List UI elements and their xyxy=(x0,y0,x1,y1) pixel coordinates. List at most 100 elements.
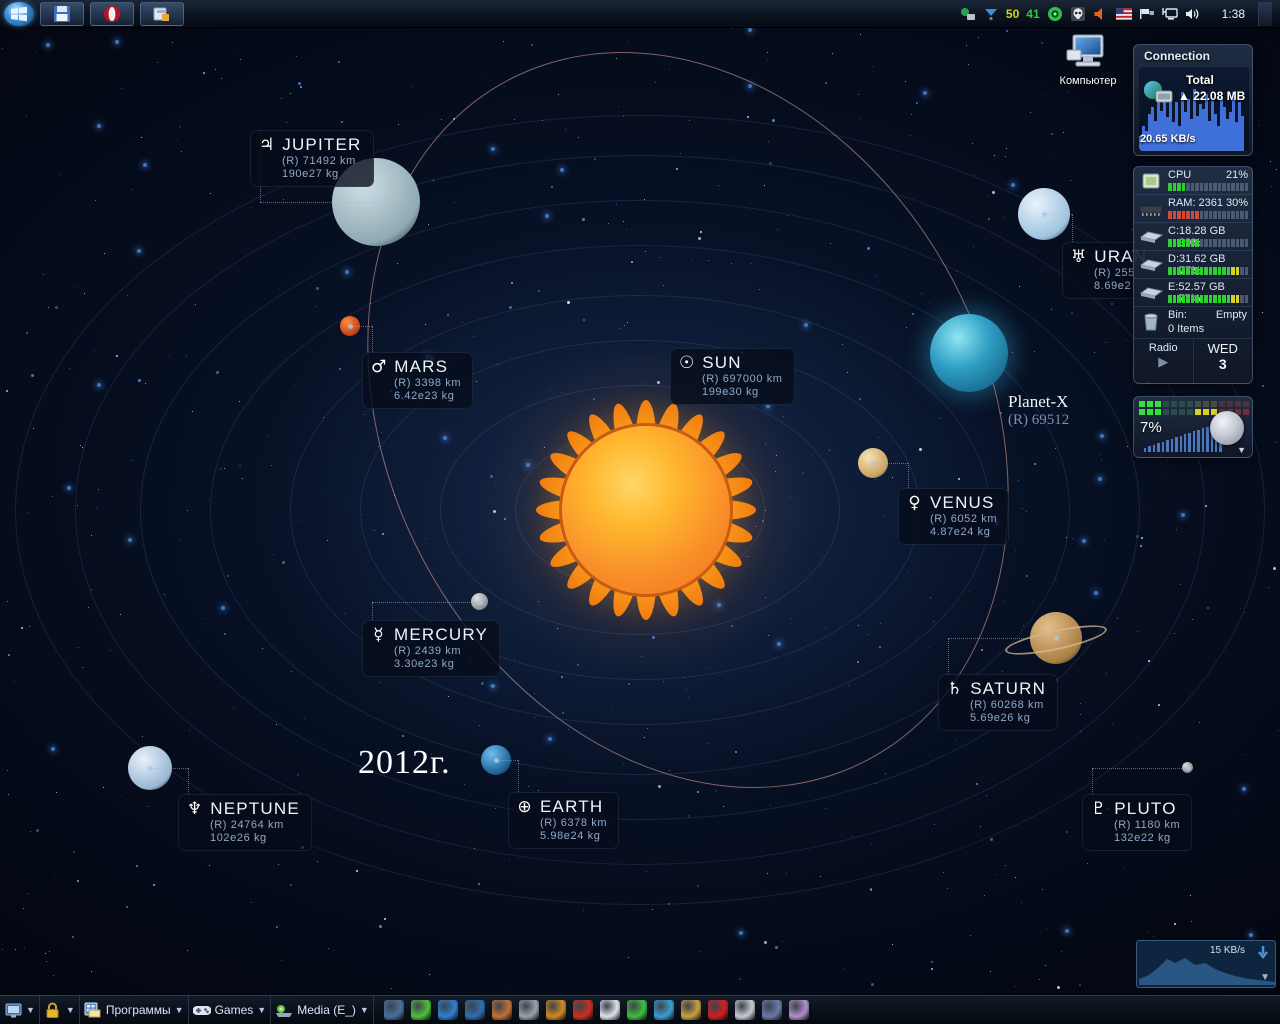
tray-skull-icon[interactable] xyxy=(1070,6,1086,22)
volume-led xyxy=(1187,401,1193,407)
planet-mass-mars: 6.42e23 kg xyxy=(394,390,455,402)
gadget-system-monitor[interactable]: CPU21%RAM: 236130%C:18.28 GB 39%D:31.62 … xyxy=(1133,166,1253,384)
launcher-save[interactable] xyxy=(599,1000,620,1020)
toolbar-lock-chevron-down-icon[interactable]: ▼ xyxy=(66,1005,75,1015)
recycle-bin-icon xyxy=(1138,312,1164,331)
launcher-usb[interactable] xyxy=(734,1000,755,1020)
disk-c-row[interactable]: C:18.28 GB 39% xyxy=(1134,223,1252,251)
tray-shield-icon[interactable] xyxy=(1047,6,1063,22)
quicklaunch-explorer[interactable] xyxy=(140,1,184,26)
planet-label-mars[interactable]: ♂ MARS (R) 3398 km 6.42e23 kg xyxy=(362,352,474,409)
planet-label-venus[interactable]: ♀ VENUS (R) 6052 km 4.87e24 kg xyxy=(898,488,1010,545)
tray-flag-usa-icon[interactable] xyxy=(1115,6,1132,22)
launcher-player[interactable] xyxy=(545,1000,566,1020)
toolbar-games[interactable]: Games ▼ xyxy=(189,995,272,1024)
quicklaunch-opera[interactable] xyxy=(90,1,134,26)
meter-segment xyxy=(1181,267,1185,275)
netgraph-chevron-down-icon[interactable]: ▼ xyxy=(1260,972,1270,983)
taskbar-launchers xyxy=(374,1000,809,1020)
planet-label-pluto[interactable]: ♇ PLUTO (R) 1180 km 132e22 kg xyxy=(1082,794,1193,851)
planet-label-saturn[interactable]: ♄ SATURN (R) 60268 km 5.69e26 kg xyxy=(938,674,1059,731)
volume-chevron-down-icon[interactable]: ▼ xyxy=(1237,445,1246,455)
tray-speaker-mute-icon[interactable] xyxy=(1093,6,1109,22)
toolbar-lock[interactable]: ▼ xyxy=(40,995,80,1024)
disk-e-row[interactable]: E:52.57 GB 77% xyxy=(1134,279,1252,307)
toolbar-programs[interactable]: Программы ▼ xyxy=(80,995,189,1024)
show-desktop-button[interactable] xyxy=(1258,1,1272,26)
planet-label-neptune[interactable]: ♆ NEPTUNE (R) 24764 km 102e26 kg xyxy=(178,794,312,851)
launcher-opera[interactable] xyxy=(707,1000,728,1020)
launcher-swirl[interactable] xyxy=(761,1000,782,1020)
tray-network-icon[interactable] xyxy=(960,6,976,22)
leader-nub-uranus xyxy=(1042,212,1047,217)
desktop-icon-computer[interactable]: Компьютер xyxy=(1046,32,1130,87)
planet-mass-saturn: 5.69e26 kg xyxy=(970,712,1031,724)
ram-row[interactable]: RAM: 2361 30% xyxy=(1134,195,1252,223)
launcher-rocket[interactable] xyxy=(572,1000,593,1020)
planet-symbol-saturn: ♄ xyxy=(947,678,963,699)
volume-led xyxy=(1179,409,1185,415)
launcher-earth[interactable] xyxy=(653,1000,674,1020)
launcher-archive[interactable] xyxy=(626,1000,647,1020)
planet-label-sun[interactable]: ☉ SUN (R) 697000 km 199e30 kg xyxy=(670,348,795,405)
planet-symbol-earth: ⊕ xyxy=(517,796,532,817)
planet-label-jupiter[interactable]: ♃ JUPITER (R) 71492 km 190e27 kg xyxy=(250,130,374,187)
toolbar-programs-chevron-down-icon[interactable]: ▼ xyxy=(175,1005,184,1015)
radio-cell[interactable]: Radio ▶ xyxy=(1134,339,1194,383)
launcher-winamp[interactable] xyxy=(383,1000,404,1020)
planet-symbol-jupiter: ♃ xyxy=(259,134,275,155)
tray-clock[interactable]: 1:38 xyxy=(1222,7,1245,21)
planet-symbol-uranus: ♅ xyxy=(1071,246,1087,267)
volume-knob[interactable] xyxy=(1210,411,1244,445)
toolbar-desktop-chevron-down-icon[interactable]: ▼ xyxy=(26,1005,35,1015)
gadget-volume[interactable]: 7% ▼ xyxy=(1133,396,1253,458)
connection-bar xyxy=(1241,115,1244,151)
leader-h-neptune xyxy=(150,768,188,769)
launcher-download[interactable] xyxy=(680,1000,701,1020)
launcher-ie[interactable] xyxy=(437,1000,458,1020)
launcher-utorrent[interactable] xyxy=(410,1000,431,1020)
start-orb-button[interactable] xyxy=(4,1,34,26)
disk-d-row[interactable]: D:31.62 GB 77% xyxy=(1134,251,1252,279)
toolbar-desktop[interactable]: ▼ xyxy=(0,995,40,1024)
launcher-disc[interactable] xyxy=(788,1000,809,1020)
meter-segment xyxy=(1177,267,1181,275)
connection-total-label: Total xyxy=(1186,73,1214,87)
planet-label-earth[interactable]: ⊕ EARTH (R) 6378 km 5.98e24 kg xyxy=(508,792,620,849)
meter-segment xyxy=(1226,295,1230,303)
launcher-globe[interactable] xyxy=(464,1000,485,1020)
leader-earth xyxy=(518,760,519,792)
download-icon[interactable] xyxy=(1255,945,1271,961)
tray-display-icon[interactable] xyxy=(1161,6,1178,22)
desktop-wallpaper[interactable]: Planet-X (R) 69512 ♃ JUPITER (R) 71492 km 1… xyxy=(0,0,1280,1024)
launcher-skull[interactable] xyxy=(518,1000,539,1020)
planet-label-mercury[interactable]: ☿ MERCURY (R) 2439 km 3.30e23 kg xyxy=(362,620,501,677)
launcher-photo[interactable] xyxy=(491,1000,512,1020)
cpu-row[interactable]: CPU 21% xyxy=(1134,167,1252,195)
tray-keyboard-layout-icon[interactable] xyxy=(1139,6,1155,22)
planet-name-jupiter: JUPITER xyxy=(282,135,362,154)
toolbar-media[interactable]: Media (E_) ▼ xyxy=(271,995,374,1024)
meter-segment xyxy=(1240,267,1244,275)
volume-bar xyxy=(1188,433,1191,452)
toolbar-media-chevron-down-icon[interactable]: ▼ xyxy=(360,1005,369,1015)
recycle-bin-row[interactable]: Bin: Empty 0 Items xyxy=(1134,307,1252,339)
leader-h-mercury xyxy=(372,601,480,603)
meter-segment xyxy=(1222,183,1226,191)
ram-row-meter xyxy=(1168,211,1248,219)
leader-nub-saturn xyxy=(1054,636,1059,641)
planet-symbol-pluto: ♇ xyxy=(1091,798,1107,819)
planet-mass-venus: 4.87e24 kg xyxy=(930,526,991,538)
gadget-network-graph[interactable]: 15 KB/s ▼ xyxy=(1136,940,1276,988)
gadget-connection[interactable]: Connection Total ▲ 22.08 MB 20.65 KB/s xyxy=(1133,44,1253,156)
quicklaunch-save[interactable] xyxy=(40,1,84,26)
toolbar-games-chevron-down-icon[interactable]: ▼ xyxy=(257,1005,266,1015)
meter-segment xyxy=(1244,239,1248,247)
tray-volume-icon[interactable] xyxy=(1185,6,1201,22)
volume-bar xyxy=(1148,446,1151,452)
planet-radius-neptune: (R) 24764 km xyxy=(210,819,284,831)
leader-nub-venus xyxy=(871,461,876,466)
top-bar: 50 41 1:38 xyxy=(0,0,1280,28)
tray-signal-icon[interactable] xyxy=(983,6,999,22)
radio-play-icon[interactable]: ▶ xyxy=(1134,354,1193,370)
